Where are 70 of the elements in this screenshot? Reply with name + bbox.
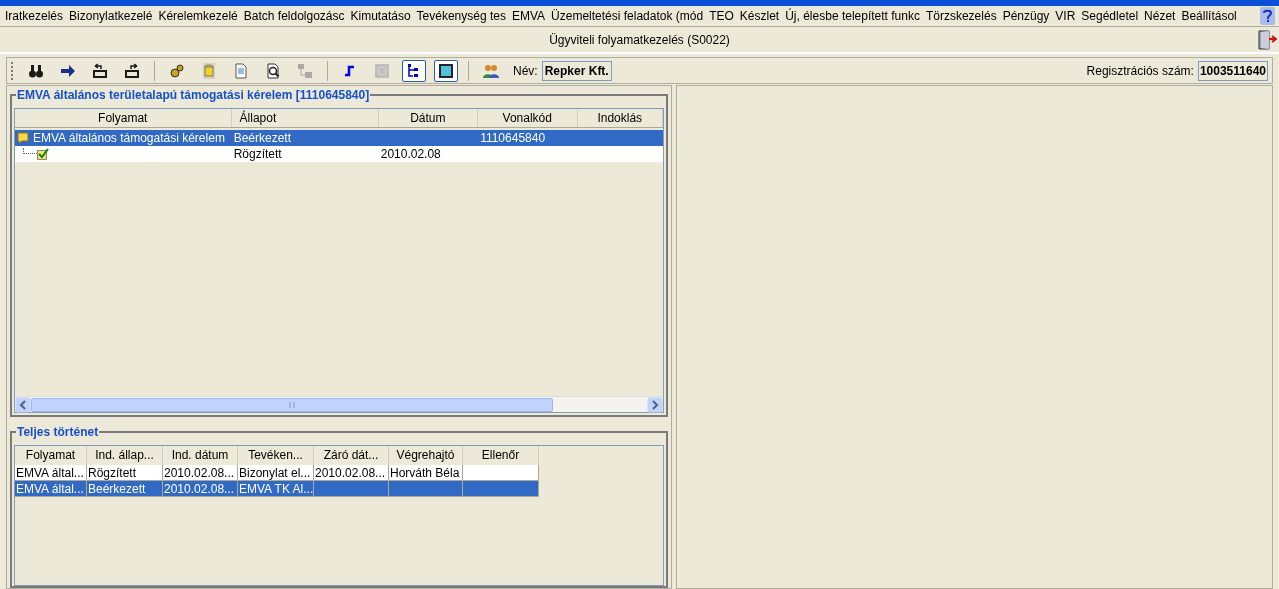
folder-note-icon bbox=[17, 132, 29, 144]
column-header[interactable]: Folyamat bbox=[15, 109, 232, 127]
menu-item[interactable]: Készlet bbox=[738, 7, 781, 25]
menu-item[interactable]: VIR bbox=[1054, 7, 1077, 25]
table-cell: 2010.02.08... bbox=[164, 482, 235, 496]
name-label: Név: bbox=[513, 62, 538, 80]
horizontal-scrollbar[interactable] bbox=[15, 396, 663, 412]
table-cell: Rögzített bbox=[233, 146, 282, 162]
menu-item[interactable]: Üzemeltetési feladatok (mód bbox=[550, 7, 705, 25]
window-icon bbox=[438, 62, 454, 79]
group-title: Teljes történet bbox=[16, 424, 100, 440]
preview-icon bbox=[265, 62, 281, 79]
toolbar-button[interactable] bbox=[434, 59, 458, 82]
table-cell: EMVA által... bbox=[16, 466, 84, 480]
menu-item[interactable]: Törzskezelés bbox=[924, 7, 998, 25]
exit-door-icon[interactable] bbox=[1257, 29, 1277, 51]
name-field: Repker Kft. bbox=[541, 60, 612, 81]
table-cell: Beérkezett bbox=[233, 130, 291, 146]
gears-icon bbox=[169, 62, 185, 79]
table-cell: 2010.02.08 bbox=[380, 146, 441, 162]
menu-item[interactable]: Bizonylatkezelé bbox=[68, 7, 154, 25]
tree-row[interactable]: Rögzített 2010.02.08 bbox=[15, 146, 663, 162]
table-cell: 1110645840 bbox=[480, 130, 546, 146]
menu-item[interactable]: Batch feldolgozásc bbox=[242, 7, 346, 25]
registration-label: Regisztrációs szám: bbox=[1086, 62, 1194, 80]
cylinder-icon bbox=[201, 62, 217, 79]
users-icon bbox=[483, 62, 499, 79]
column-header[interactable]: Indoklás bbox=[577, 109, 663, 127]
disabled-tool-icon bbox=[374, 62, 390, 79]
table-cell: Rögzített bbox=[88, 466, 137, 480]
menu-item[interactable]: Segédletel bbox=[1080, 7, 1140, 25]
binoculars-icon bbox=[28, 62, 44, 79]
table-cell: 2010.02.08... bbox=[315, 466, 386, 480]
table-cell: EMVA TK Al... bbox=[239, 482, 313, 496]
history-row[interactable]: EMVA által... Rögzített 2010.02.08... Bizonylat el... 2010.02.08... Horváth Béla bbox=[15, 465, 539, 481]
menu-item[interactable]: Iratkezelés bbox=[4, 7, 65, 25]
column-header[interactable]: Állapot bbox=[231, 109, 379, 127]
menu-item[interactable]: TEO bbox=[708, 7, 735, 25]
forward-icon bbox=[124, 62, 140, 79]
checked-box-icon bbox=[37, 148, 49, 160]
table-cell: EMVA általános támogatási kérelem bbox=[33, 130, 225, 146]
menu-item[interactable]: Kimutatáso bbox=[349, 7, 412, 25]
menu-item[interactable]: EMVA bbox=[510, 7, 547, 25]
menu-item[interactable]: Beállításol bbox=[1180, 7, 1238, 25]
menu-item[interactable]: Pénzügy bbox=[1001, 7, 1051, 25]
table-cell: Bizonylat el... bbox=[239, 466, 311, 480]
table-cell: EMVA által... bbox=[16, 482, 84, 496]
menu-item[interactable]: Kérelemkezelé bbox=[157, 7, 239, 25]
table-cell: 2010.02.08... bbox=[164, 466, 235, 480]
registration-field: 1003511640 bbox=[1197, 60, 1268, 81]
menu-item[interactable]: Új, élesbe telepített funkc bbox=[784, 7, 921, 25]
history-row[interactable]: EMVA által... Beérkezett 2010.02.08... EMVA TK Al... bbox=[15, 481, 539, 497]
column-header[interactable]: Vonalkód bbox=[478, 109, 578, 127]
menu-item[interactable]: Nézet bbox=[1143, 7, 1177, 25]
tree-nodes-icon bbox=[297, 62, 313, 79]
return-icon bbox=[92, 62, 108, 79]
window-title: Ügyviteli folyamatkezelés (S0022) bbox=[549, 31, 730, 49]
table-cell: Horváth Béla bbox=[390, 466, 460, 480]
table-cell: Beérkezett bbox=[88, 482, 146, 496]
document-icon bbox=[233, 62, 249, 79]
scrollbar-thumb[interactable] bbox=[31, 397, 553, 412]
arrow-right-icon bbox=[60, 62, 76, 79]
scroll-right-icon[interactable] bbox=[647, 396, 663, 413]
menu-item[interactable]: Tevékenység tes bbox=[415, 7, 507, 25]
tree-row[interactable]: EMVA általános támogatási kérelem Beérkezett 1110645840 bbox=[15, 130, 663, 146]
group-title: EMVA általános területalapú támogatási kérelem [1110645840] bbox=[16, 87, 371, 103]
column-header[interactable]: Dátum bbox=[378, 109, 479, 127]
scroll-left-icon[interactable] bbox=[15, 396, 31, 413]
toolbar-button[interactable] bbox=[402, 59, 426, 82]
help-icon[interactable] bbox=[1260, 7, 1275, 25]
